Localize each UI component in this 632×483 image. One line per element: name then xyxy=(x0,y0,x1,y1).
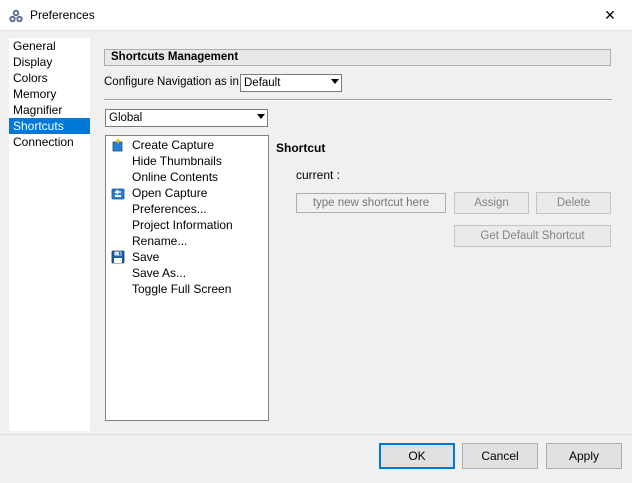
nav-item-display[interactable]: Display xyxy=(9,54,90,70)
nav-item-connection[interactable]: Connection xyxy=(9,134,90,150)
command-label: Save As... xyxy=(132,266,187,280)
close-icon[interactable]: ✕ xyxy=(588,0,632,30)
shortcut-title: Shortcut xyxy=(276,141,326,155)
command-label: Create Capture xyxy=(132,138,215,152)
ok-button[interactable]: OK xyxy=(379,443,455,469)
list-item[interactable]: Save As... xyxy=(106,265,268,281)
title-bar: Preferences ✕ xyxy=(0,0,632,31)
list-item[interactable]: Save xyxy=(106,249,268,265)
delete-button[interactable]: Delete xyxy=(536,192,611,214)
app-logo-icon xyxy=(9,9,23,23)
preferences-nav: General Display Colors Memory Magnifier … xyxy=(9,38,90,431)
scope-select-value: Global xyxy=(109,112,143,124)
footer-divider xyxy=(0,434,632,435)
command-label: Preferences... xyxy=(132,202,207,216)
window-title: Preferences xyxy=(30,8,95,22)
command-label: Online Contents xyxy=(132,170,219,184)
nav-item-general[interactable]: General xyxy=(9,38,90,54)
nav-item-shortcuts[interactable]: Shortcuts xyxy=(9,118,90,134)
current-shortcut-label: current : xyxy=(296,168,341,182)
list-item[interactable]: Project Information xyxy=(106,217,268,233)
navigation-select[interactable]: Default xyxy=(240,74,342,92)
command-label: Open Capture xyxy=(132,186,208,200)
nav-item-colors[interactable]: Colors xyxy=(9,70,90,86)
assign-button[interactable]: Assign xyxy=(454,192,529,214)
nav-item-memory[interactable]: Memory xyxy=(9,86,90,102)
list-item[interactable]: Preferences... xyxy=(106,201,268,217)
command-label: Project Information xyxy=(132,218,233,232)
floppy-disk-icon xyxy=(111,250,125,264)
command-label: Hide Thumbnails xyxy=(132,154,222,168)
dropdown-arrow-icon xyxy=(331,79,339,84)
list-item[interactable]: Hide Thumbnails xyxy=(106,153,268,169)
list-item[interactable]: Rename... xyxy=(106,233,268,249)
command-label: Rename... xyxy=(132,234,188,248)
get-default-shortcut-button[interactable]: Get Default Shortcut xyxy=(454,225,611,247)
create-capture-icon xyxy=(112,138,123,152)
list-item[interactable]: Online Contents xyxy=(106,169,268,185)
cancel-button[interactable]: Cancel xyxy=(462,443,538,469)
command-label: Toggle Full Screen xyxy=(132,282,232,296)
open-capture-icon xyxy=(111,188,125,200)
section-title: Shortcuts Management xyxy=(104,49,611,66)
command-label: Save xyxy=(132,250,160,264)
list-item[interactable]: Create Capture xyxy=(106,137,268,153)
nav-item-magnifier[interactable]: Magnifier xyxy=(9,102,90,118)
list-item[interactable]: Toggle Full Screen xyxy=(106,281,268,297)
navigation-label: Configure Navigation as in xyxy=(104,76,239,88)
divider xyxy=(104,99,612,101)
list-item[interactable]: Open Capture xyxy=(106,185,268,201)
navigation-select-value: Default xyxy=(244,77,281,89)
shortcut-input[interactable] xyxy=(296,193,446,213)
scope-select[interactable]: Global xyxy=(105,109,268,127)
apply-button[interactable]: Apply xyxy=(546,443,622,469)
command-list[interactable]: Create Capture Hide Thumbnails Online Co… xyxy=(105,135,269,421)
dropdown-arrow-icon xyxy=(257,114,265,119)
